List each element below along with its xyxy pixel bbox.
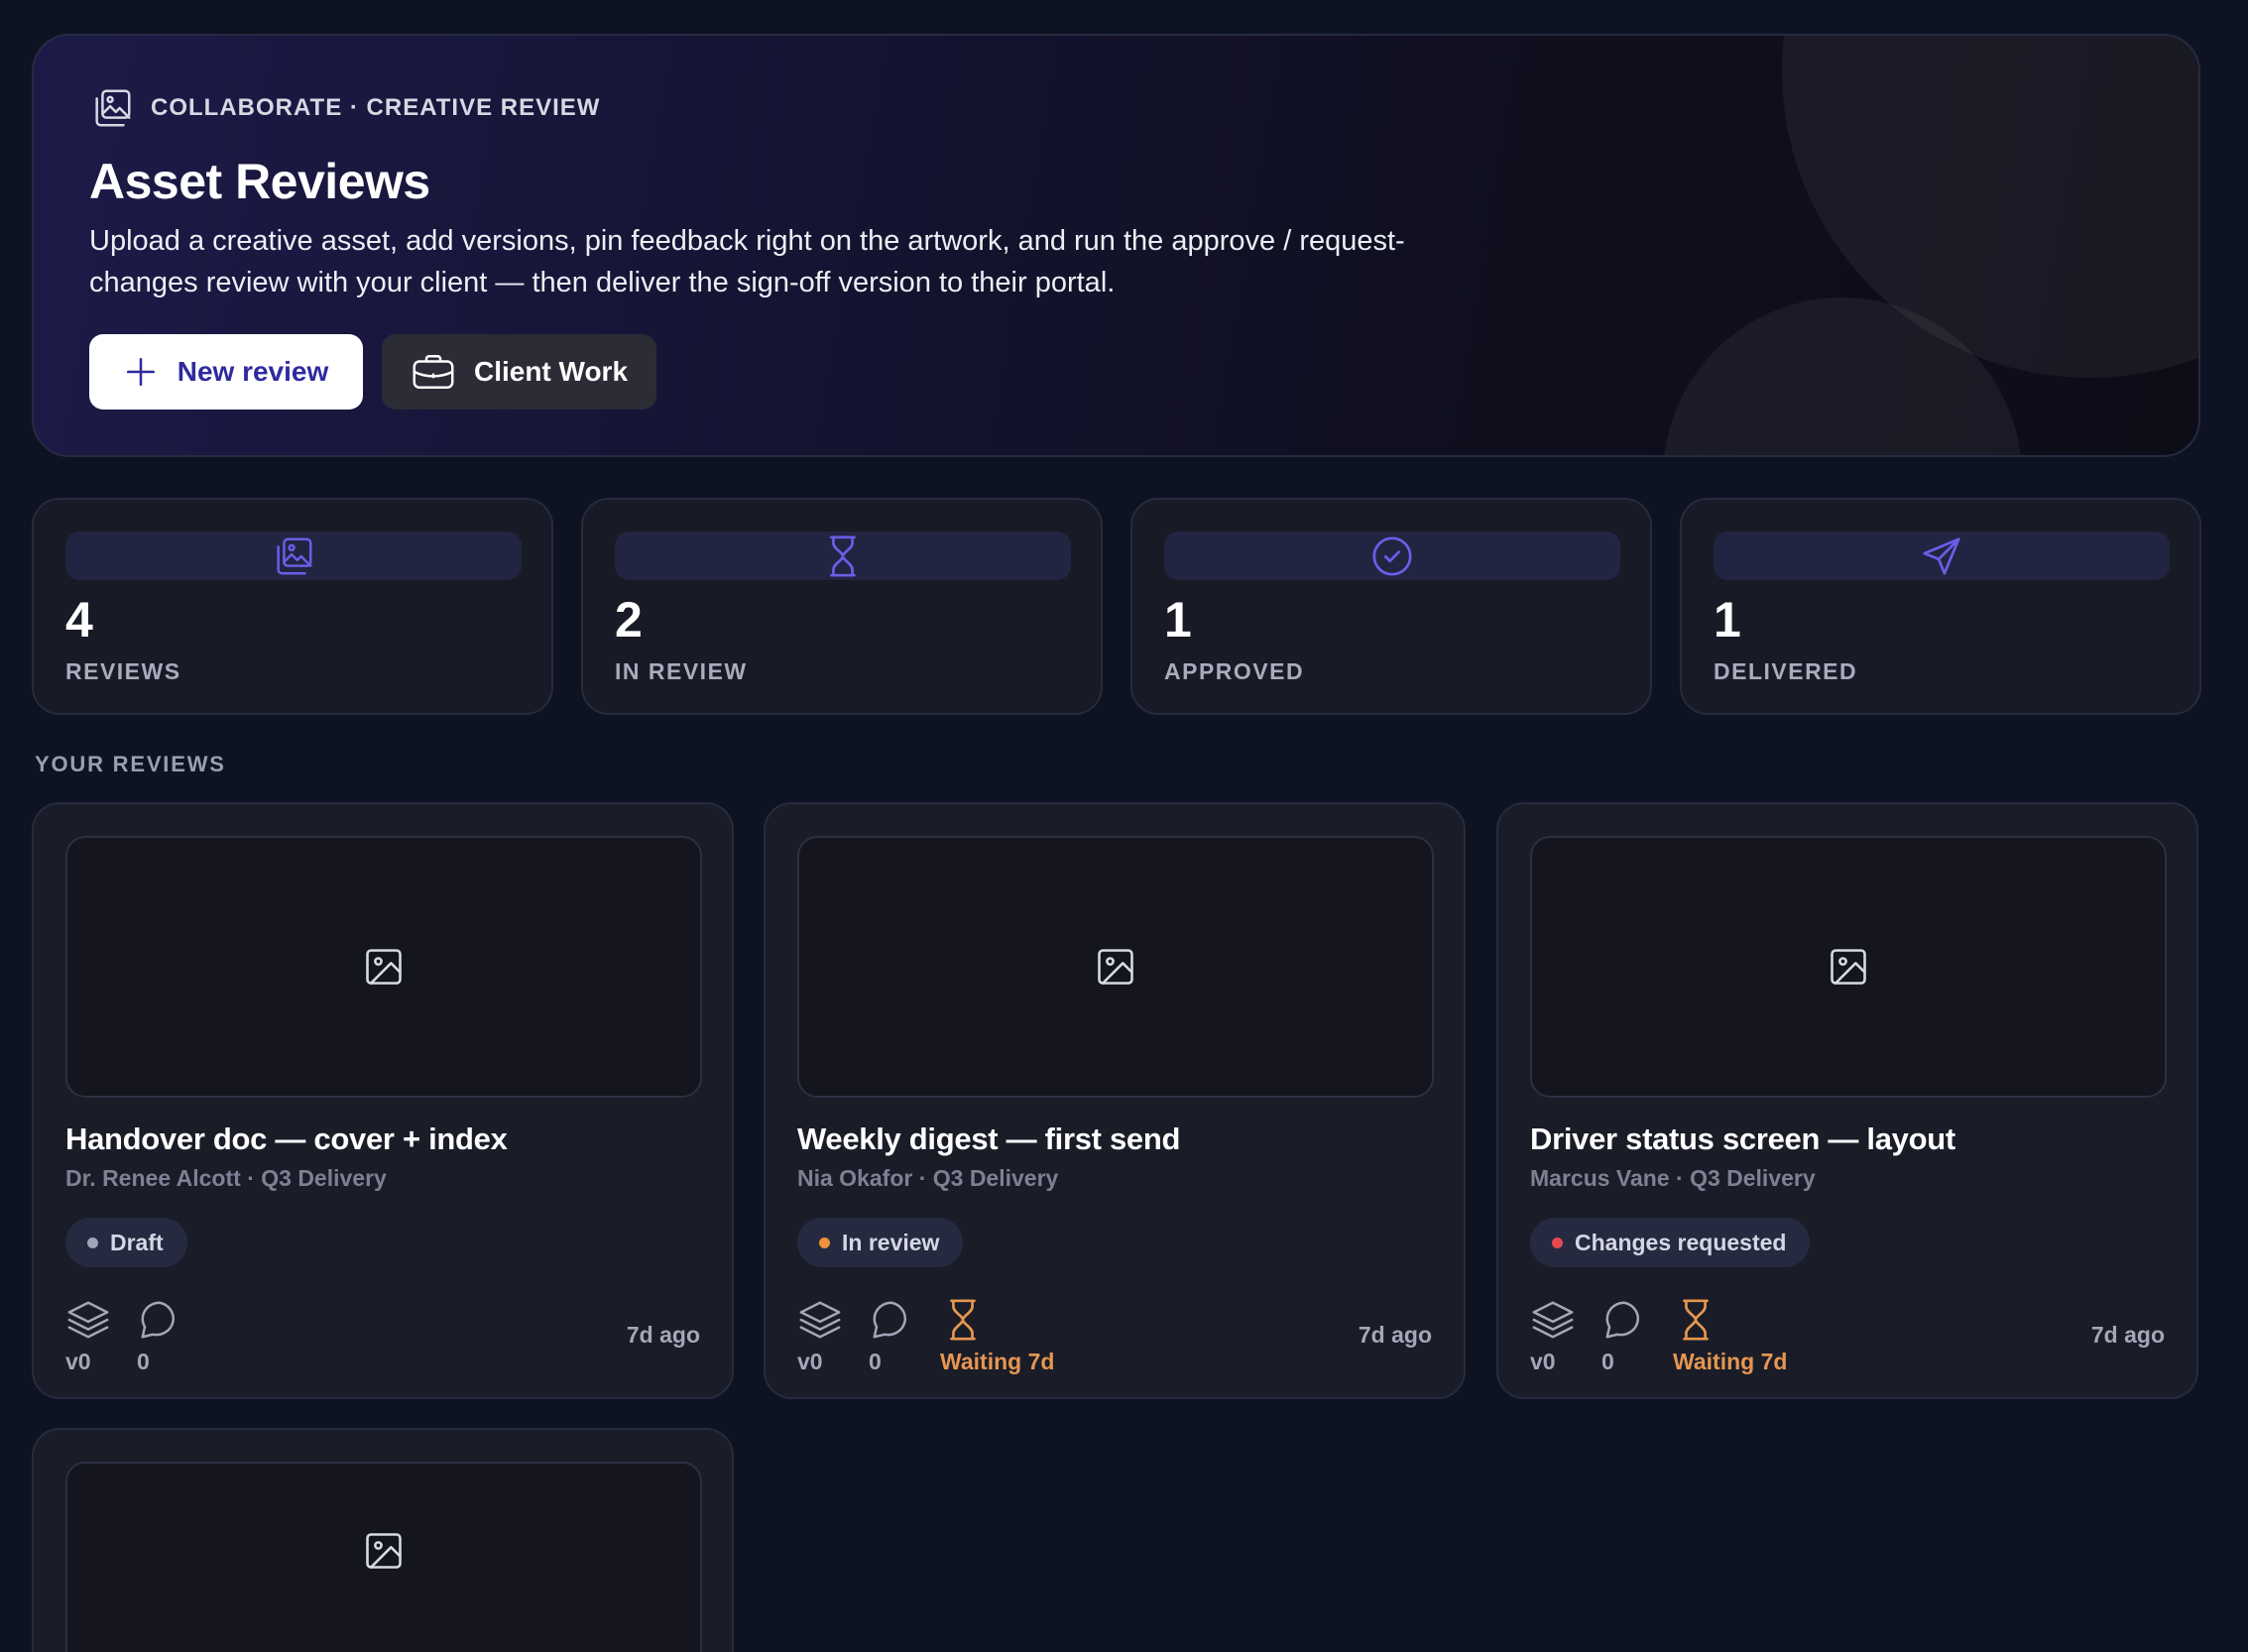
- stat-label: APPROVED: [1164, 658, 1305, 684]
- review-title[interactable]: Weekly digest — first send: [797, 1121, 1180, 1157]
- review-age: 7d ago: [1358, 1322, 1432, 1348]
- asset-thumbnail[interactable]: [797, 836, 1434, 1098]
- status-label: In review: [842, 1229, 940, 1255]
- hero-banner: COLLABORATE · CREATIVE REVIEW Asset Revi…: [32, 34, 2200, 457]
- stat-label: DELIVERED: [1714, 658, 1858, 684]
- status-badge: In review: [797, 1218, 964, 1267]
- layers-icon: [799, 1301, 841, 1339]
- comments-value: 0: [1601, 1349, 1614, 1374]
- stat-icon-band: [1714, 531, 2170, 580]
- versions-value: v0: [1530, 1349, 1556, 1374]
- stat-card-reviews: 4 REVIEWS: [32, 498, 553, 715]
- status-dot: [1552, 1237, 1563, 1248]
- image-icon: [366, 1533, 402, 1569]
- stat-value: 2: [615, 592, 643, 648]
- review-card[interactable]: Driver status screen — layout Marcus Van…: [1496, 802, 2198, 1399]
- stat-value: 4: [65, 592, 93, 648]
- stat-icon-band: [615, 531, 1071, 580]
- stat-value: 1: [1164, 592, 1192, 648]
- stat-label: IN REVIEW: [615, 658, 748, 684]
- section-title: YOUR REVIEWS: [35, 752, 226, 776]
- asset-thumbnail[interactable]: [65, 836, 702, 1098]
- stat-value: 1: [1714, 592, 1741, 648]
- comments-metric: 0: [869, 1297, 914, 1374]
- review-age: 7d ago: [626, 1322, 700, 1348]
- comment-icon: [873, 1301, 907, 1339]
- layers-icon: [67, 1301, 109, 1339]
- hero-eyebrow-text: COLLABORATE · CREATIVE REVIEW: [151, 94, 601, 121]
- asset-thumbnail[interactable]: [1530, 836, 2167, 1098]
- versions-metric: v0: [65, 1297, 111, 1374]
- status-badge: Draft: [65, 1218, 187, 1267]
- comments-value: 0: [869, 1349, 882, 1374]
- versions-metric: v0: [797, 1297, 843, 1374]
- waiting-metric: Waiting 7d: [940, 1297, 1054, 1374]
- waiting-value: Waiting 7d: [1673, 1349, 1788, 1374]
- review-subtitle: Marcus Vane · Q3 Delivery: [1530, 1165, 1816, 1191]
- stat-card-delivered: 1 DELIVERED: [1680, 498, 2201, 715]
- stat-icon-band: [1164, 531, 1620, 580]
- review-subtitle: Dr. Renee Alcott · Q3 Delivery: [65, 1165, 387, 1191]
- hourglass-icon: [1683, 1299, 1709, 1341]
- status-label: Changes requested: [1575, 1229, 1787, 1255]
- page-description: Upload a creative asset, add versions, p…: [89, 225, 1405, 298]
- versions-value: v0: [65, 1349, 91, 1374]
- layers-icon: [1532, 1301, 1574, 1339]
- client-work-button[interactable]: Client Work: [382, 334, 656, 410]
- comments-value: 0: [137, 1349, 150, 1374]
- stat-card-approved: 1 APPROVED: [1130, 498, 1652, 715]
- review-title[interactable]: Handover doc — cover + index: [65, 1121, 508, 1157]
- new-review-label: New review: [177, 356, 329, 387]
- hourglass-icon: [950, 1299, 976, 1341]
- new-review-button[interactable]: New review: [89, 334, 363, 410]
- image-stack-icon: [277, 537, 312, 574]
- stat-icon-band: [65, 531, 522, 580]
- stat-label: REVIEWS: [65, 658, 181, 684]
- status-dot: [87, 1237, 98, 1248]
- page-title: Asset Reviews: [89, 154, 430, 209]
- hourglass-icon: [830, 534, 856, 577]
- waiting-value: Waiting 7d: [940, 1349, 1055, 1374]
- comments-metric: 0: [137, 1297, 182, 1374]
- review-card[interactable]: [32, 1428, 734, 1652]
- briefcase-icon: [413, 355, 454, 389]
- image-icon: [1831, 949, 1866, 985]
- comments-metric: 0: [1601, 1297, 1647, 1374]
- review-subtitle: Nia Okafor · Q3 Delivery: [797, 1165, 1059, 1191]
- asset-thumbnail[interactable]: [65, 1462, 702, 1652]
- review-title[interactable]: Driver status screen — layout: [1530, 1121, 1955, 1157]
- review-card[interactable]: Handover doc — cover + index Dr. Renee A…: [32, 802, 734, 1399]
- comment-icon: [1605, 1301, 1640, 1339]
- review-card[interactable]: Weekly digest — first send Nia Okafor · …: [764, 802, 1466, 1399]
- stat-card-in-review: 2 IN REVIEW: [581, 498, 1103, 715]
- status-label: Draft: [110, 1229, 164, 1255]
- image-icon: [1098, 949, 1133, 985]
- client-work-label: Client Work: [473, 356, 629, 387]
- hero-eyebrow: COLLABORATE · CREATIVE REVIEW: [89, 85, 600, 131]
- send-icon: [1923, 536, 1960, 575]
- versions-value: v0: [797, 1349, 823, 1374]
- plus-icon: [126, 357, 155, 387]
- status-dot: [819, 1237, 830, 1248]
- waiting-metric: Waiting 7d: [1673, 1297, 1787, 1374]
- comment-icon: [141, 1301, 176, 1339]
- check-circle-icon: [1372, 535, 1412, 576]
- image-icon: [366, 949, 402, 985]
- image-stack-icon: [95, 89, 131, 127]
- versions-metric: v0: [1530, 1297, 1576, 1374]
- review-age: 7d ago: [2090, 1322, 2165, 1348]
- status-badge: Changes requested: [1530, 1218, 1811, 1267]
